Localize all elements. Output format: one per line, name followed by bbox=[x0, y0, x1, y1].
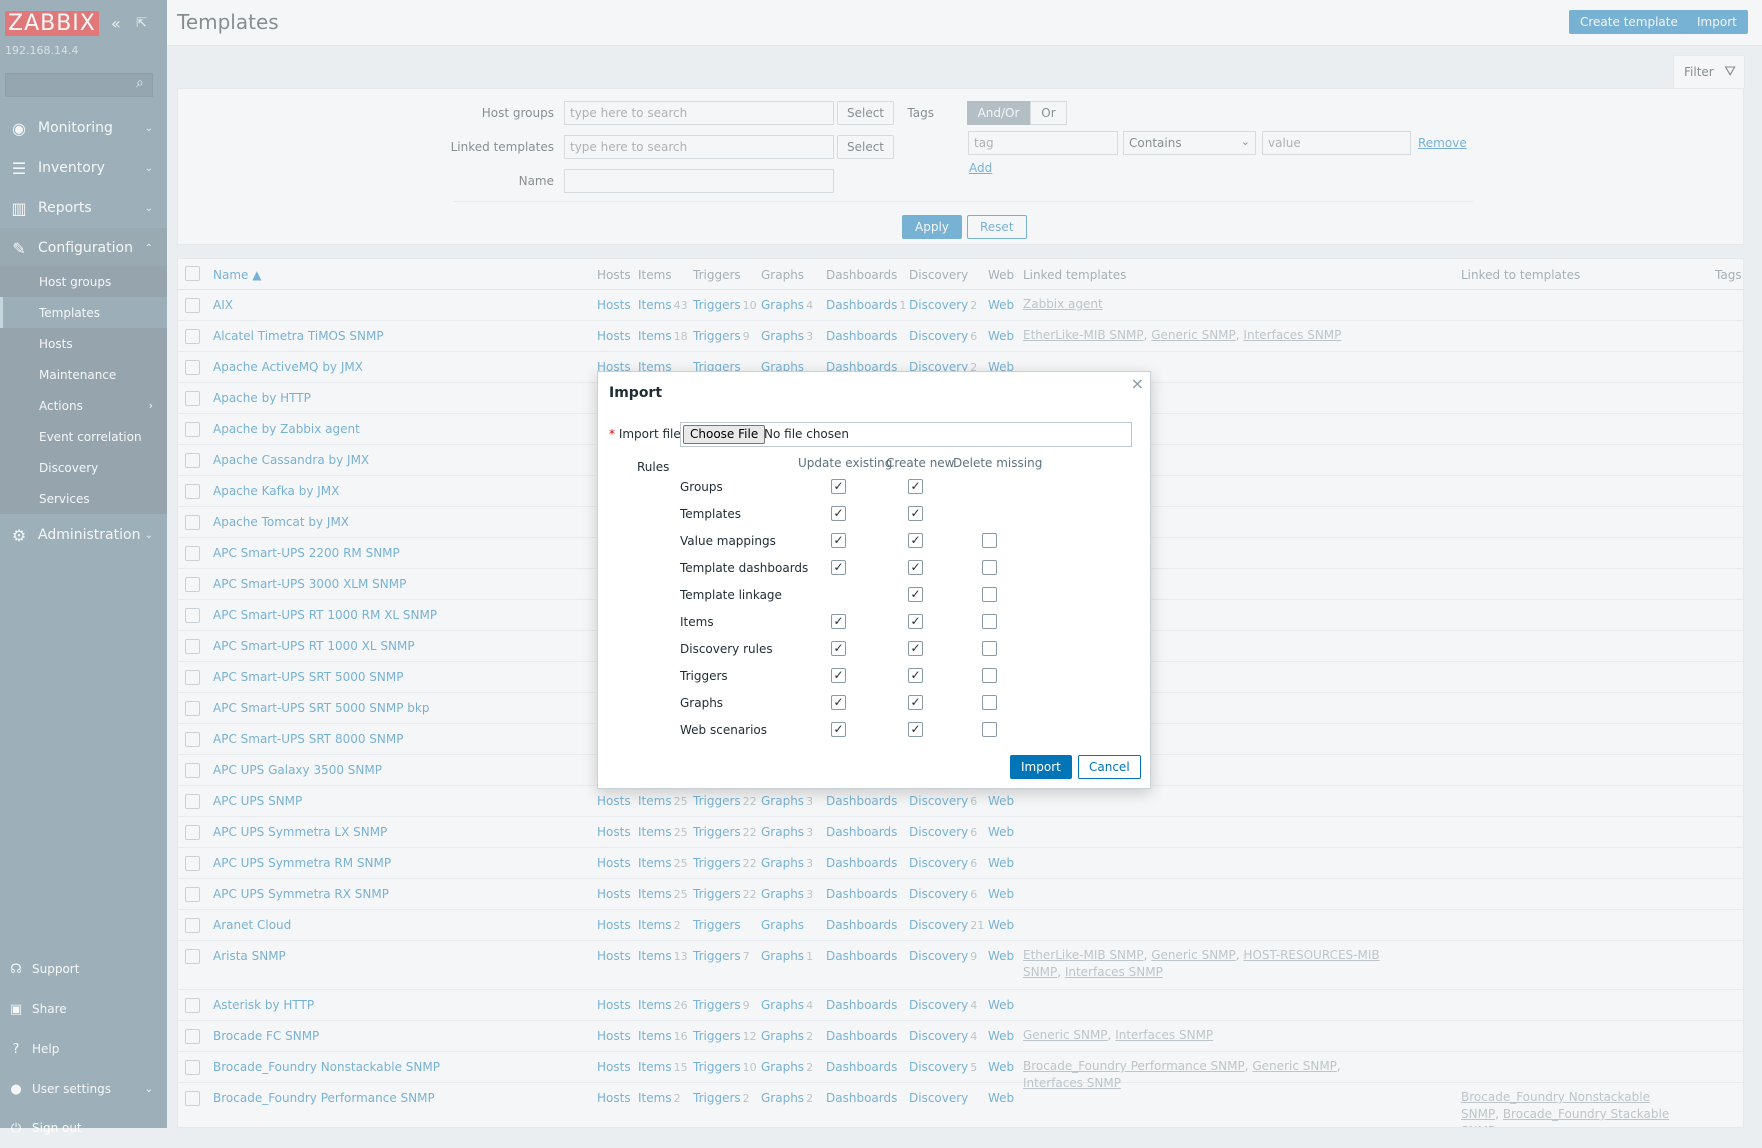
delete-missing-checkbox[interactable] bbox=[982, 560, 997, 575]
required-asterisk: * bbox=[609, 427, 619, 441]
create-new-checkbox[interactable]: ✓ bbox=[908, 506, 923, 521]
update-existing-checkbox[interactable]: ✓ bbox=[831, 614, 846, 629]
create-new-checkbox[interactable]: ✓ bbox=[908, 560, 923, 575]
delete-missing-checkbox[interactable] bbox=[982, 668, 997, 683]
rule-label: Template linkage bbox=[680, 588, 782, 602]
delete-missing-checkbox[interactable] bbox=[982, 533, 997, 548]
delete-missing-checkbox[interactable] bbox=[982, 587, 997, 602]
dialog-import-button[interactable]: Import bbox=[1010, 755, 1072, 779]
create-new-checkbox[interactable]: ✓ bbox=[908, 695, 923, 710]
update-existing-checkbox[interactable]: ✓ bbox=[831, 560, 846, 575]
rule-label: Triggers bbox=[680, 669, 728, 683]
rule-label: Template dashboards bbox=[680, 561, 809, 575]
delete-missing-checkbox[interactable] bbox=[982, 641, 997, 656]
create-new-checkbox[interactable]: ✓ bbox=[908, 641, 923, 656]
rule-label: Templates bbox=[680, 507, 742, 521]
import-file-label-text: Import file bbox=[618, 427, 681, 441]
create-new-checkbox[interactable]: ✓ bbox=[908, 722, 923, 737]
update-existing-checkbox[interactable]: ✓ bbox=[831, 479, 846, 494]
import-dialog: Import × * Import file Choose File No fi… bbox=[597, 371, 1151, 789]
create-new-checkbox[interactable]: ✓ bbox=[908, 614, 923, 629]
import-file-label: * Import file bbox=[609, 427, 681, 441]
choose-file-button[interactable]: Choose File bbox=[683, 425, 766, 444]
close-icon[interactable]: × bbox=[1131, 374, 1144, 393]
create-new-checkbox[interactable]: ✓ bbox=[908, 668, 923, 683]
create-new-checkbox[interactable]: ✓ bbox=[908, 479, 923, 494]
col-delete-missing: Delete missing bbox=[953, 456, 1043, 470]
update-existing-checkbox[interactable]: ✓ bbox=[831, 722, 846, 737]
create-new-checkbox[interactable]: ✓ bbox=[908, 587, 923, 602]
col-create-new: Create new bbox=[886, 456, 955, 470]
update-existing-checkbox[interactable]: ✓ bbox=[831, 695, 846, 710]
update-existing-checkbox[interactable]: ✓ bbox=[831, 668, 846, 683]
rule-label: Value mappings bbox=[680, 534, 776, 548]
dialog-title: Import bbox=[609, 385, 663, 401]
rule-label: Discovery rules bbox=[680, 642, 773, 656]
no-file-text: No file chosen bbox=[764, 427, 850, 441]
rule-label: Graphs bbox=[680, 696, 724, 710]
rule-label: Items bbox=[680, 615, 714, 629]
update-existing-checkbox[interactable]: ✓ bbox=[831, 533, 846, 548]
dialog-cancel-button[interactable]: Cancel bbox=[1078, 755, 1141, 779]
delete-missing-checkbox[interactable] bbox=[982, 722, 997, 737]
import-file-input[interactable]: Choose File No file chosen bbox=[680, 422, 1132, 447]
rules-label: Rules bbox=[637, 460, 670, 474]
col-update-existing: Update existing bbox=[798, 456, 893, 470]
update-existing-checkbox[interactable]: ✓ bbox=[831, 506, 846, 521]
rule-label: Web scenarios bbox=[680, 723, 768, 737]
create-new-checkbox[interactable]: ✓ bbox=[908, 533, 923, 548]
delete-missing-checkbox[interactable] bbox=[982, 695, 997, 710]
delete-missing-checkbox[interactable] bbox=[982, 614, 997, 629]
rule-label: Groups bbox=[680, 480, 723, 494]
update-existing-checkbox[interactable]: ✓ bbox=[831, 641, 846, 656]
